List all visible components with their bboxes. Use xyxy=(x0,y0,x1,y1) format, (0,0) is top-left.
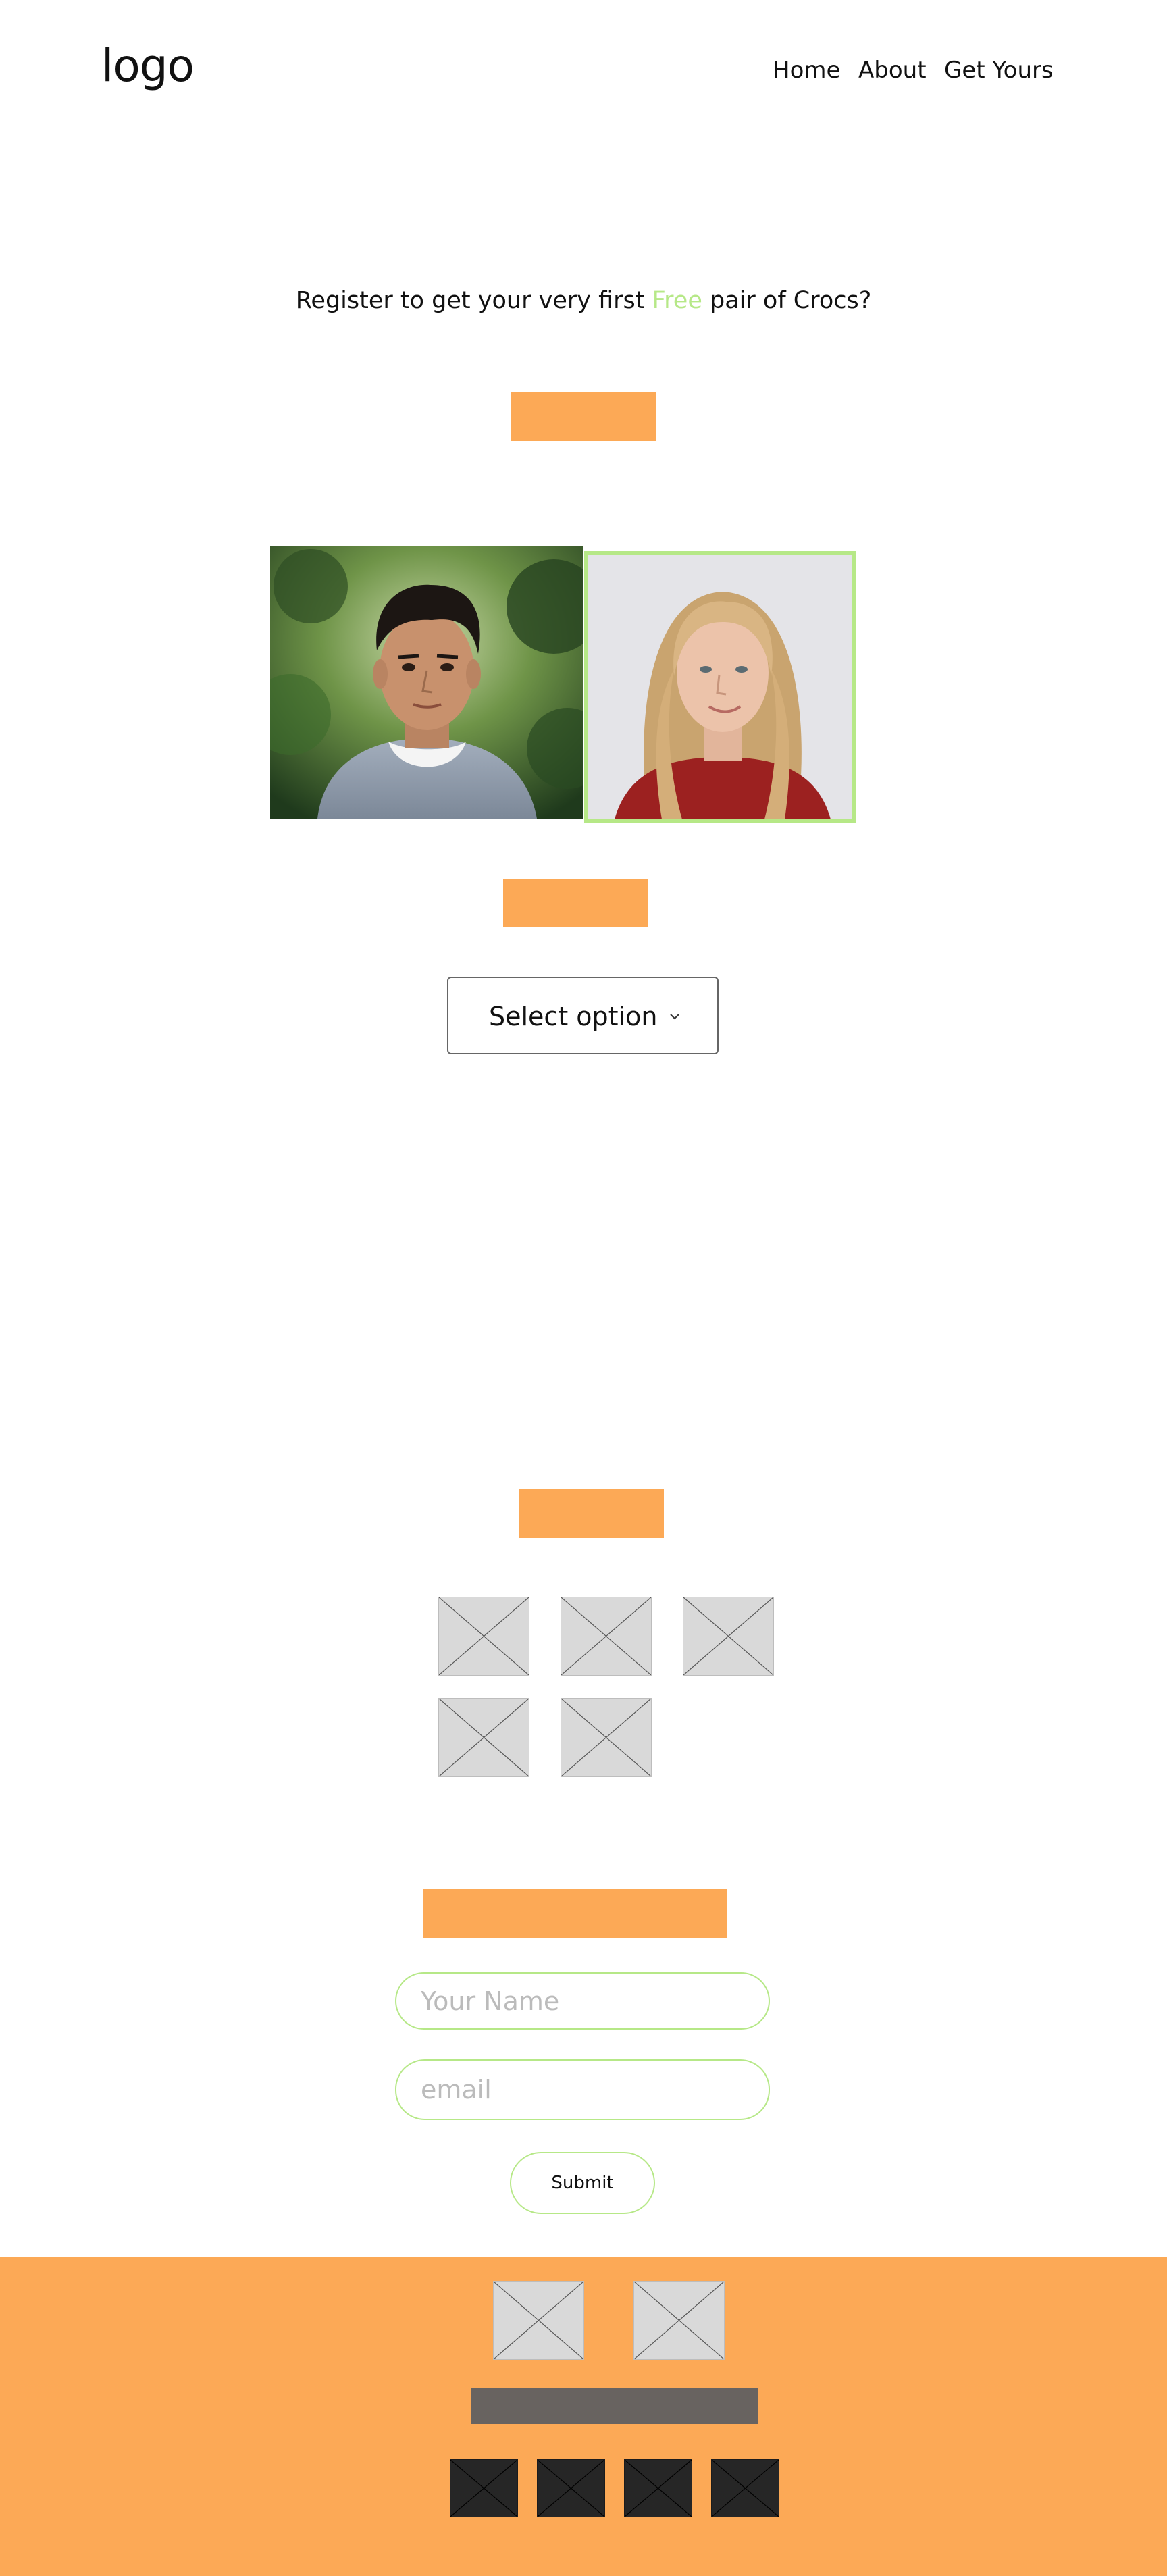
image-placeholder-icon xyxy=(538,2460,604,2517)
image-placeholder-icon xyxy=(625,2460,692,2517)
nav-get-yours-link[interactable]: Get Yours xyxy=(944,55,1054,85)
option-select[interactable]: Select option xyxy=(447,977,719,1054)
headline-text-after: pair of Crocs? xyxy=(702,287,872,314)
footer-image-placeholder-1[interactable] xyxy=(493,2281,584,2360)
headline-free-highlight: Free xyxy=(652,287,702,314)
image-placeholder-icon xyxy=(712,2460,779,2517)
select-cta-button[interactable] xyxy=(503,879,648,927)
image-placeholder-icon xyxy=(683,1597,773,1675)
photo-girl[interactable] xyxy=(584,551,856,823)
headline-text-before: Register to get your very first xyxy=(295,287,652,314)
email-field[interactable]: email xyxy=(395,2059,770,2120)
hero-headline: Register to get your very first Free pai… xyxy=(0,284,1167,317)
gallery-image-placeholder-5[interactable] xyxy=(561,1698,652,1777)
name-field[interactable]: Your Name xyxy=(395,1972,770,2030)
chevron-down-icon xyxy=(665,1006,685,1027)
footer-social-icon-1[interactable] xyxy=(450,2459,518,2517)
nav-home-link[interactable]: Home xyxy=(773,55,840,85)
gallery-image-placeholder-1[interactable] xyxy=(438,1597,529,1676)
image-placeholder-icon xyxy=(439,1597,529,1675)
hero-cta-button[interactable] xyxy=(511,392,656,441)
select-label: Select option xyxy=(489,1002,658,1031)
photo-girl-image xyxy=(588,555,852,819)
footer-social-icon-4[interactable] xyxy=(711,2459,779,2517)
image-placeholder-icon xyxy=(439,1699,529,1776)
submit-button[interactable]: Submit xyxy=(510,2152,655,2214)
footer-image-placeholder-2[interactable] xyxy=(633,2281,725,2360)
footer-text-bar xyxy=(471,2388,758,2424)
logo[interactable]: logo xyxy=(101,39,194,93)
form-header-block xyxy=(423,1889,727,1938)
image-placeholder-icon xyxy=(450,2460,517,2517)
gallery-image-placeholder-3[interactable] xyxy=(683,1597,774,1676)
image-placeholder-icon xyxy=(634,2282,724,2359)
image-placeholder-icon xyxy=(561,1597,651,1675)
footer-social-icon-3[interactable] xyxy=(624,2459,692,2517)
footer-social-icon-2[interactable] xyxy=(537,2459,605,2517)
gallery-cta-button[interactable] xyxy=(519,1489,664,1538)
nav-about-link[interactable]: About xyxy=(858,55,927,85)
footer xyxy=(0,2257,1167,2576)
gallery-image-placeholder-4[interactable] xyxy=(438,1698,529,1777)
photo-boy-image xyxy=(270,546,583,819)
gallery-image-placeholder-2[interactable] xyxy=(561,1597,652,1676)
image-placeholder-icon xyxy=(494,2282,584,2359)
photo-boy[interactable] xyxy=(270,546,583,819)
image-placeholder-icon xyxy=(561,1699,651,1776)
